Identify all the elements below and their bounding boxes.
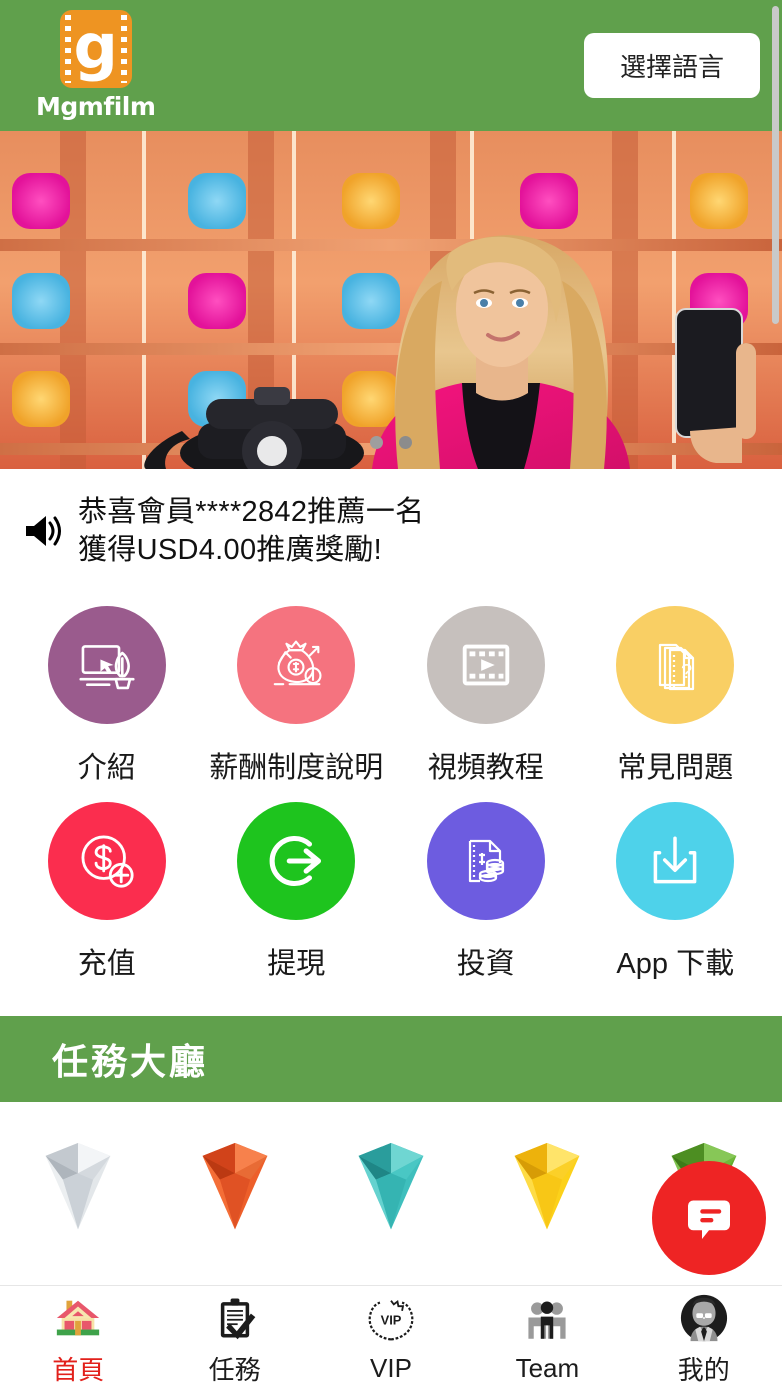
dollar-plus-icon	[47, 801, 166, 920]
nav-item-home[interactable]: 首頁	[0, 1292, 156, 1387]
diamond-gold[interactable]	[469, 1132, 625, 1236]
download-icon	[616, 801, 735, 920]
menu-item-video-tutorial[interactable]: 視頻教程	[391, 605, 581, 786]
nav-item-vip[interactable]: VIP VIP	[313, 1295, 469, 1384]
money-bag-icon	[237, 605, 356, 724]
menu-item-invest[interactable]: 投資	[391, 801, 581, 982]
diamond-silver[interactable]	[0, 1132, 156, 1236]
announcement-line-1: 恭喜會員****2842推薦一名	[78, 496, 425, 528]
monitor-plant-icon	[47, 605, 166, 724]
task-lobby-banner: 任務大廳	[0, 1015, 782, 1102]
filmstrip-logo-icon: g	[59, 10, 132, 88]
menu-item-app-download[interactable]: App 下載	[581, 801, 771, 982]
menu-item-withdraw[interactable]: 提現	[202, 801, 392, 982]
menu-label: 提現	[267, 947, 326, 980]
announcement-bar[interactable]: 恭喜會員****2842推薦一名 獲得USD4.00推廣獎勵!	[0, 469, 782, 582]
carousel-slide-image	[0, 131, 782, 469]
task-lobby-title: 任務大廳	[52, 1040, 209, 1082]
brand-name: Mgmfilm	[36, 92, 156, 121]
nav-label: Team	[515, 1352, 580, 1383]
menu-item-intro[interactable]: 介紹	[12, 605, 202, 786]
people-icon	[524, 1295, 570, 1347]
chat-bubble-icon	[688, 1200, 730, 1239]
promo-carousel[interactable]	[0, 131, 782, 469]
menu-item-deposit[interactable]: 充值	[12, 801, 202, 982]
quick-menu-grid: 介紹 薪酬制度說明 視頻教程 ? 常見問題 充值 提現 投資 App 下載	[0, 582, 782, 1012]
carousel-dot-1[interactable]	[370, 436, 383, 449]
arrow-out-circle-icon	[237, 801, 356, 920]
menu-label: 介紹	[77, 751, 136, 784]
app-header: g Mgmfilm 選擇語言	[0, 0, 782, 131]
document-question-icon: ?	[616, 605, 735, 724]
avatar-icon	[679, 1292, 729, 1344]
menu-label: 充值	[77, 947, 136, 980]
nav-label: 首頁	[52, 1354, 105, 1385]
carousel-dot-2[interactable]	[399, 436, 412, 449]
chat-support-button[interactable]	[652, 1161, 766, 1275]
nav-item-tasks[interactable]: 任務	[156, 1292, 312, 1387]
language-select-button[interactable]: 選擇語言	[584, 33, 760, 98]
menu-label: 視頻教程	[427, 751, 544, 784]
bottom-navigation: 首頁 任務 VIP VIP Team 我的	[0, 1285, 782, 1392]
diamond-orange[interactable]	[156, 1132, 312, 1236]
menu-label: 投資	[456, 947, 515, 980]
menu-label: App 下載	[616, 947, 735, 980]
nav-label: VIP	[370, 1352, 412, 1383]
brand-logo: g Mgmfilm	[36, 10, 156, 121]
diamond-teal[interactable]	[313, 1132, 469, 1236]
vip-wreath-icon: VIP	[365, 1295, 417, 1347]
house-icon	[53, 1292, 103, 1344]
speaker-icon	[22, 512, 62, 550]
announcement-text: 恭喜會員****2842推薦一名 獲得USD4.00推廣獎勵!	[78, 493, 424, 570]
svg-text:?: ?	[681, 661, 692, 683]
logo-letter: g	[73, 10, 118, 83]
clipboard-check-icon	[212, 1292, 258, 1344]
nav-label: 任務	[208, 1354, 261, 1385]
nav-label: 我的	[677, 1354, 730, 1385]
svg-text:VIP: VIP	[381, 1312, 402, 1327]
menu-label: 薪酬制度說明	[209, 751, 384, 784]
page-scrollbar[interactable]	[772, 6, 779, 324]
menu-label: 常見問題	[617, 751, 734, 784]
nav-item-team[interactable]: Team	[469, 1295, 625, 1384]
nav-item-profile[interactable]: 我的	[626, 1292, 782, 1387]
film-play-icon	[426, 605, 545, 724]
app-screen: g Mgmfilm 選擇語言 恭喜會員****2842推薦一名 獲得USD4.0…	[0, 0, 782, 1392]
document-coins-icon	[426, 801, 545, 920]
menu-item-faq[interactable]: ? 常見問題	[581, 605, 771, 786]
menu-item-salary-system[interactable]: 薪酬制度說明	[202, 605, 392, 786]
carousel-dots[interactable]	[0, 436, 782, 449]
announcement-line-2: 獲得USD4.00推廣獎勵!	[78, 534, 382, 567]
